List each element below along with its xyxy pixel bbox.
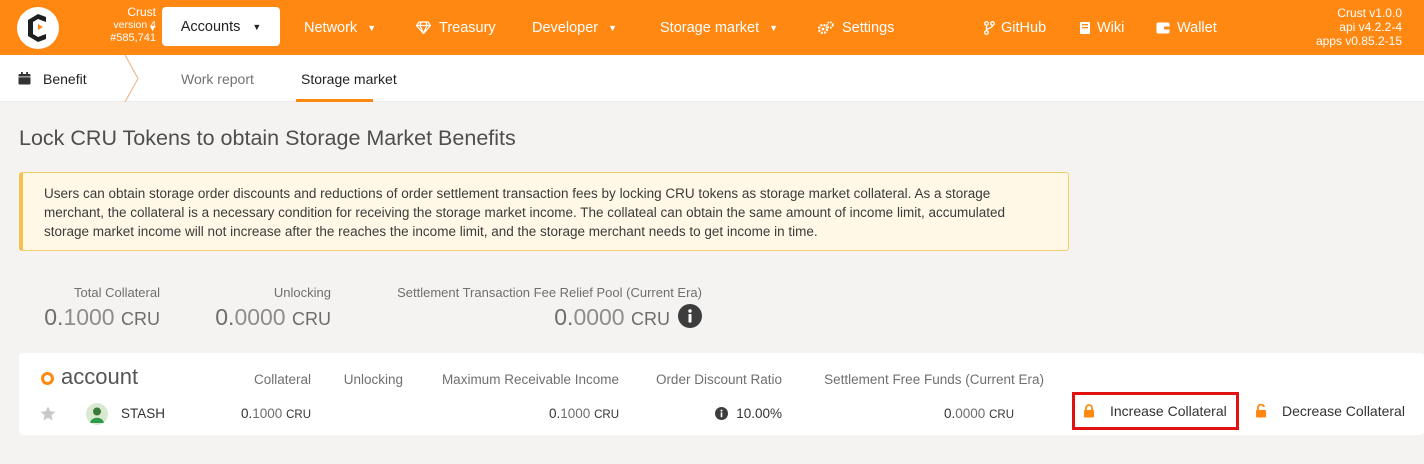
- app-version: Crust v1.0.0: [1337, 6, 1402, 20]
- value-unit: CRU: [594, 409, 619, 421]
- increase-collateral-button[interactable]: Increase Collateral: [1072, 392, 1239, 430]
- decrease-collateral-button[interactable]: Decrease Collateral: [1255, 392, 1405, 430]
- nav-github[interactable]: GitHub: [984, 0, 1046, 55]
- value-int: 0.: [944, 406, 956, 421]
- increase-collateral-label: Increase Collateral: [1110, 403, 1227, 419]
- sub-tabs-bar: Benefit Work report Storage market: [0, 55, 1424, 102]
- header-unlocking: Unlocking: [343, 372, 403, 387]
- summary-value: 0.0000 CRU: [397, 304, 702, 334]
- nav-github-label: GitHub: [1001, 19, 1047, 36]
- value-int: 0.: [44, 304, 64, 330]
- active-tab-indicator: [296, 99, 373, 102]
- nav-storage-market-label: Storage market: [660, 19, 760, 36]
- gem-icon: [416, 21, 431, 34]
- summary-value: 0.1000 CRU: [44, 304, 160, 331]
- block-number: #585,741: [110, 32, 156, 44]
- nav-settings-label: Settings: [842, 19, 895, 36]
- value-unit: CRU: [292, 309, 331, 329]
- cell-discount: 10.00%: [715, 406, 782, 421]
- decrease-collateral-label: Decrease Collateral: [1282, 403, 1405, 419]
- value-dec: 0000: [955, 406, 986, 421]
- info-notice: Users can obtain storage order discounts…: [19, 172, 1069, 251]
- cell-max-income: 0.1000 CRU: [549, 406, 619, 421]
- header-free-funds: Settlement Free Funds (Current Era): [824, 372, 1044, 387]
- value-unit: CRU: [121, 309, 160, 329]
- chain-version: version 4: [113, 19, 156, 31]
- nav-wiki[interactable]: Wiki: [1079, 0, 1124, 55]
- unlock-icon: [1256, 404, 1266, 418]
- summary-label: Unlocking: [273, 285, 331, 300]
- star-icon[interactable]: [40, 406, 56, 421]
- value-dec: 1000: [560, 406, 591, 421]
- header-collateral: Collateral: [253, 372, 311, 387]
- tab-storage-market[interactable]: Storage market: [301, 55, 397, 102]
- apps-version: apps v0.85.2-15: [1315, 34, 1402, 48]
- chevron-down-icon: ▼: [148, 23, 157, 33]
- chain-selector[interactable]: Crust version 4 #585,741 ▼: [66, 5, 157, 45]
- chevron-down-icon: ▼: [608, 22, 618, 33]
- account-section-title: account: [61, 364, 139, 389]
- section-dot-icon: [41, 372, 54, 385]
- value-int: 0.: [215, 304, 235, 330]
- summary-unlocking: Unlocking 0.0000 CRU: [215, 285, 331, 331]
- nav-developer-label: Developer: [532, 19, 599, 36]
- account-table: account Collateral Unlocking Maximum Rec…: [19, 353, 1424, 435]
- cell-free-funds: 0.0000 CRU: [944, 406, 1014, 421]
- summary-relief-pool: Settlement Transaction Fee Relief Pool (…: [397, 285, 702, 334]
- calendar-icon: [18, 72, 31, 85]
- discount-value: 10.00%: [736, 406, 782, 421]
- tab-benefit-label: Benefit: [43, 70, 87, 87]
- value-unit: CRU: [989, 409, 1014, 421]
- nav-storage-market[interactable]: Storage market ▼: [660, 0, 778, 55]
- chevron-down-icon: ▼: [367, 22, 377, 33]
- header-max-income: Maximum Receivable Income: [441, 372, 619, 387]
- crust-logo[interactable]: [17, 7, 59, 49]
- value-int: 0.: [549, 406, 561, 421]
- cell-collateral: 0.1000 CRU: [241, 406, 311, 421]
- nav-wiki-label: Wiki: [1097, 19, 1125, 36]
- value-dec: 0000: [573, 304, 625, 330]
- gears-icon: [817, 20, 834, 35]
- api-version: api v4.2.2-4: [1339, 20, 1402, 34]
- nav-accounts[interactable]: Accounts ▼: [162, 7, 280, 46]
- lock-icon: [1084, 404, 1094, 418]
- summary-value: 0.0000 CRU: [215, 304, 331, 331]
- code-branch-icon: [984, 20, 995, 35]
- info-icon[interactable]: [715, 407, 729, 420]
- header-discount: Order Discount Ratio: [655, 372, 782, 387]
- nav-treasury-label: Treasury: [439, 19, 496, 36]
- account-name: STASH: [121, 406, 166, 421]
- breadcrumb-separator: [124, 55, 139, 102]
- chevron-down-icon: ▼: [769, 22, 779, 33]
- wallet-icon: [1156, 21, 1170, 34]
- book-icon: [1079, 21, 1091, 35]
- nav-wallet[interactable]: Wallet: [1156, 0, 1217, 55]
- chevron-down-icon: ▼: [252, 21, 262, 32]
- value-unit: CRU: [631, 309, 670, 329]
- summary-label: Total Collateral: [74, 285, 160, 300]
- info-icon[interactable]: [678, 304, 702, 334]
- summary-total-collateral: Total Collateral 0.1000 CRU: [44, 285, 160, 331]
- chain-name: Crust: [127, 5, 156, 19]
- summary-label: Settlement Transaction Fee Relief Pool (…: [397, 285, 702, 300]
- nav-network[interactable]: Network ▼: [304, 0, 376, 55]
- value-dec: 0000: [234, 304, 286, 330]
- nav-treasury[interactable]: Treasury: [416, 0, 496, 55]
- avatar[interactable]: [86, 403, 108, 425]
- tab-benefit[interactable]: Benefit: [18, 55, 87, 102]
- value-int: 0.: [241, 406, 253, 421]
- nav-network-label: Network: [304, 19, 358, 36]
- value-unit: CRU: [286, 409, 311, 421]
- page-title: Lock CRU Tokens to obtain Storage Market…: [19, 126, 516, 150]
- version-info: Crust v1.0.0 api v4.2.2-4 apps v0.85.2-1…: [1316, 6, 1402, 48]
- nav-wallet-label: Wallet: [1177, 19, 1217, 36]
- nav-accounts-label: Accounts: [180, 18, 241, 35]
- nav-settings[interactable]: Settings: [817, 0, 894, 55]
- top-navbar: Crust version 4 #585,741 ▼ Accounts ▼ Ne…: [0, 0, 1424, 55]
- tab-work-report[interactable]: Work report: [181, 55, 254, 102]
- value-int: 0.: [554, 304, 574, 330]
- value-dec: 1000: [252, 406, 283, 421]
- nav-developer[interactable]: Developer ▼: [532, 0, 617, 55]
- value-dec: 1000: [63, 304, 115, 330]
